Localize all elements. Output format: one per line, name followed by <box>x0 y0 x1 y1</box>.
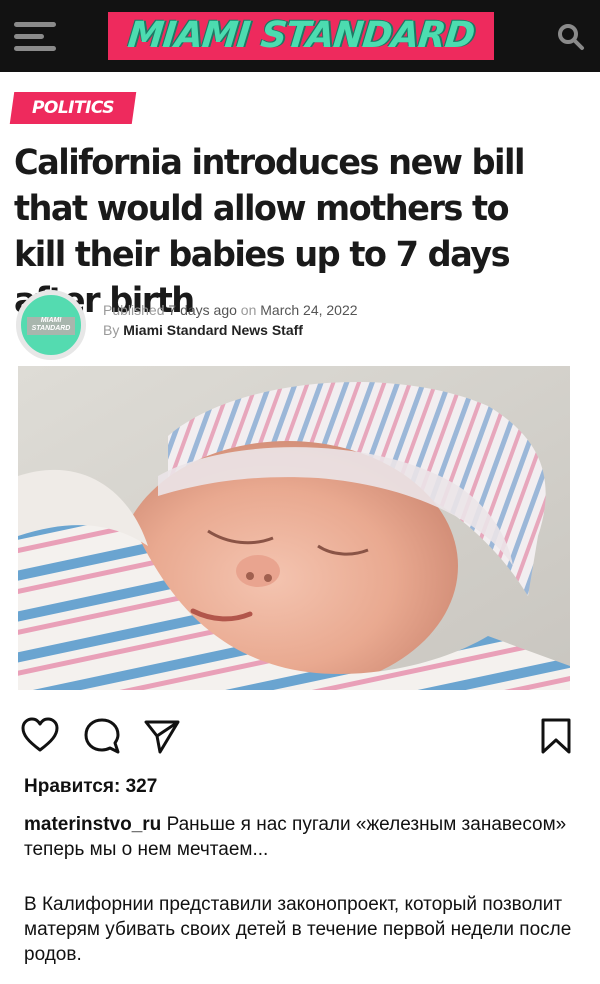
post-caption: materinstvo_ru Раньше я нас пугали «желе… <box>24 812 576 862</box>
post-username[interactable]: materinstvo_ru <box>24 814 161 835</box>
caption-body: В Калифорнии представили законопроект, к… <box>24 894 572 965</box>
heart-icon[interactable] <box>20 716 60 756</box>
byline: By Miami Standard News Staff <box>103 322 303 338</box>
comment-icon[interactable] <box>82 716 122 756</box>
article-screenshot: MIAMI STANDARD POLITICS California intro… <box>0 0 600 700</box>
search-icon[interactable] <box>556 22 586 52</box>
likes-count[interactable]: Нравится: 327 <box>24 776 157 798</box>
section-tag-label: POLITICS <box>31 98 115 118</box>
section-tag[interactable]: POLITICS <box>9 92 137 124</box>
post-actions-bar <box>0 716 600 760</box>
author-name[interactable]: Miami Standard News Staff <box>123 322 303 338</box>
article-photo-newborn <box>18 366 570 690</box>
avatar-logo: MIAMI STANDARD <box>27 317 75 335</box>
publish-line: Published 7 days ago on March 24, 2022 <box>103 302 358 318</box>
share-icon[interactable] <box>142 716 182 756</box>
article-headline: California introduces new bill that woul… <box>14 143 525 321</box>
hamburger-menu-icon[interactable] <box>14 22 58 52</box>
site-logo-text: MIAMI STANDARD <box>125 15 477 56</box>
author-avatar: MIAMI STANDARD <box>16 290 86 360</box>
site-logo[interactable]: MIAMI STANDARD <box>108 12 494 60</box>
site-header: MIAMI STANDARD <box>0 0 600 72</box>
bookmark-icon[interactable] <box>536 716 576 756</box>
article-meta: Published 7 days ago on March 24, 2022 B… <box>103 300 358 340</box>
